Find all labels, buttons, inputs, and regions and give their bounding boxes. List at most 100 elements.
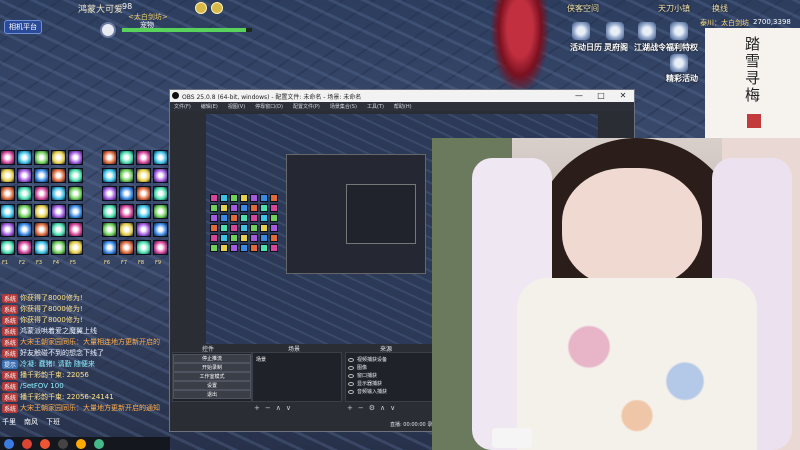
skill-slot-icon[interactable]: [51, 150, 66, 165]
skill-slot-icon[interactable]: [136, 222, 151, 237]
skill-slot-icon[interactable]: [0, 168, 15, 183]
skill-slot-icon[interactable]: [136, 168, 151, 183]
skill-slot-icon[interactable]: [119, 168, 134, 183]
skill-slot-icon[interactable]: [119, 186, 134, 201]
control-button[interactable]: 工作室模式: [173, 372, 251, 381]
skill-slot-icon[interactable]: [34, 240, 49, 255]
menu-featured-events[interactable]: 精彩活动: [666, 73, 698, 84]
events-icon[interactable]: [670, 54, 688, 72]
buff-icon[interactable]: [195, 2, 207, 14]
skill-slot-icon[interactable]: [0, 222, 15, 237]
skill-slot-icon[interactable]: [153, 240, 168, 255]
visibility-eye-icon[interactable]: [348, 357, 354, 362]
skill-slot-icon[interactable]: [17, 186, 32, 201]
skill-slot-icon[interactable]: [68, 204, 83, 219]
source-item[interactable]: 音频输入捕获: [348, 388, 387, 395]
menu-battle-pass[interactable]: 江湖战令: [634, 42, 666, 53]
obs-menu-item[interactable]: 配置文件(P): [293, 103, 320, 110]
skill-slot-icon[interactable]: [34, 168, 49, 183]
skill-slot-icon[interactable]: [34, 150, 49, 165]
chat-tab[interactable]: 南风: [24, 417, 38, 427]
obs-menu-item[interactable]: 工具(T): [367, 103, 384, 110]
calendar-icon[interactable]: [572, 22, 590, 40]
skill-slot-icon[interactable]: [136, 240, 151, 255]
skill-slot-icon[interactable]: [153, 168, 168, 183]
source-item[interactable]: 窗口捕获: [348, 372, 377, 379]
skill-slot-icon[interactable]: [0, 150, 15, 165]
buff-icon[interactable]: [211, 2, 223, 14]
obs-icon[interactable]: [58, 438, 68, 449]
up-icon[interactable]: ∧: [380, 404, 385, 412]
skill-slot-icon[interactable]: [68, 150, 83, 165]
skill-slot-icon[interactable]: [68, 168, 83, 183]
skill-slot-icon[interactable]: [102, 222, 117, 237]
skill-slot-icon[interactable]: [0, 204, 15, 219]
minimize-button[interactable]: —: [568, 90, 590, 102]
skill-slot-icon[interactable]: [51, 168, 66, 183]
app-icon[interactable]: [40, 438, 50, 449]
battle-pass-icon[interactable]: [638, 22, 656, 40]
gear-icon[interactable]: ⚙: [369, 404, 375, 412]
skill-slot-icon[interactable]: [51, 240, 66, 255]
close-button[interactable]: ✕: [612, 90, 634, 102]
skill-slot-icon[interactable]: [51, 186, 66, 201]
skill-slot-icon[interactable]: [68, 222, 83, 237]
add-icon[interactable]: +: [347, 404, 353, 412]
visibility-eye-icon[interactable]: [348, 365, 354, 370]
skill-slot-icon[interactable]: [153, 204, 168, 219]
visibility-eye-icon[interactable]: [348, 373, 354, 378]
scene-item[interactable]: 场景: [256, 356, 266, 363]
tab-tiandao-town[interactable]: 天刀小镇: [658, 3, 690, 14]
obs-menu-item[interactable]: 编辑(E): [201, 103, 218, 110]
skill-slot-icon[interactable]: [102, 150, 117, 165]
skill-slot-icon[interactable]: [0, 186, 15, 201]
skill-slot-icon[interactable]: [17, 168, 32, 183]
menu-activity-calendar[interactable]: 活动日历: [570, 42, 602, 53]
obs-menu-item[interactable]: 帮助(H): [394, 103, 412, 110]
tab-xiake-space[interactable]: 侠客空间: [567, 3, 599, 14]
camera-platform-button[interactable]: 相机平台: [4, 20, 42, 34]
tab-switch-line[interactable]: 换线: [712, 3, 728, 14]
skill-slot-icon[interactable]: [119, 150, 134, 165]
obs-menu-item[interactable]: 视图(V): [228, 103, 245, 110]
source-item[interactable]: 显示器捕获: [348, 380, 382, 387]
menu-welfare[interactable]: 福利特权: [666, 42, 698, 53]
spirit-hall-icon[interactable]: [606, 22, 624, 40]
up-icon[interactable]: ∧: [276, 404, 281, 412]
privilege-icon[interactable]: [670, 22, 688, 40]
chat-tab[interactable]: 下班: [46, 417, 60, 427]
visibility-eye-icon[interactable]: [348, 381, 354, 386]
remove-icon[interactable]: −: [265, 404, 271, 412]
skill-slot-icon[interactable]: [0, 240, 15, 255]
app-icon[interactable]: [76, 438, 86, 449]
maximize-button[interactable]: □: [590, 90, 612, 102]
down-icon[interactable]: ∨: [390, 404, 395, 412]
menu-spirit-hall[interactable]: 灵府阁: [604, 42, 628, 53]
skill-slot-icon[interactable]: [51, 222, 66, 237]
chat-tab[interactable]: 千里: [2, 417, 16, 427]
skill-slot-icon[interactable]: [119, 240, 134, 255]
skill-slot-icon[interactable]: [102, 186, 117, 201]
source-item[interactable]: 视频捕获设备: [348, 356, 387, 363]
source-item[interactable]: 图像: [348, 364, 367, 371]
skill-slot-icon[interactable]: [34, 222, 49, 237]
down-icon[interactable]: ∨: [286, 404, 291, 412]
skill-slot-icon[interactable]: [51, 204, 66, 219]
skill-slot-icon[interactable]: [34, 204, 49, 219]
skill-slot-icon[interactable]: [68, 240, 83, 255]
remove-icon[interactable]: −: [358, 404, 364, 412]
control-button[interactable]: 设置: [173, 381, 251, 390]
obs-menu-item[interactable]: 场景集合(S): [330, 103, 357, 110]
skill-slot-icon[interactable]: [119, 222, 134, 237]
app-icon[interactable]: [22, 438, 32, 449]
skill-slot-icon[interactable]: [68, 186, 83, 201]
skill-slot-icon[interactable]: [102, 240, 117, 255]
skill-slot-icon[interactable]: [102, 168, 117, 183]
skill-slot-icon[interactable]: [102, 204, 117, 219]
compass-icon[interactable]: [100, 22, 116, 38]
skill-slot-icon[interactable]: [153, 222, 168, 237]
skill-slot-icon[interactable]: [17, 150, 32, 165]
obs-menu-item[interactable]: 文件(F): [174, 103, 191, 110]
skill-slot-icon[interactable]: [17, 204, 32, 219]
skill-slot-icon[interactable]: [153, 186, 168, 201]
